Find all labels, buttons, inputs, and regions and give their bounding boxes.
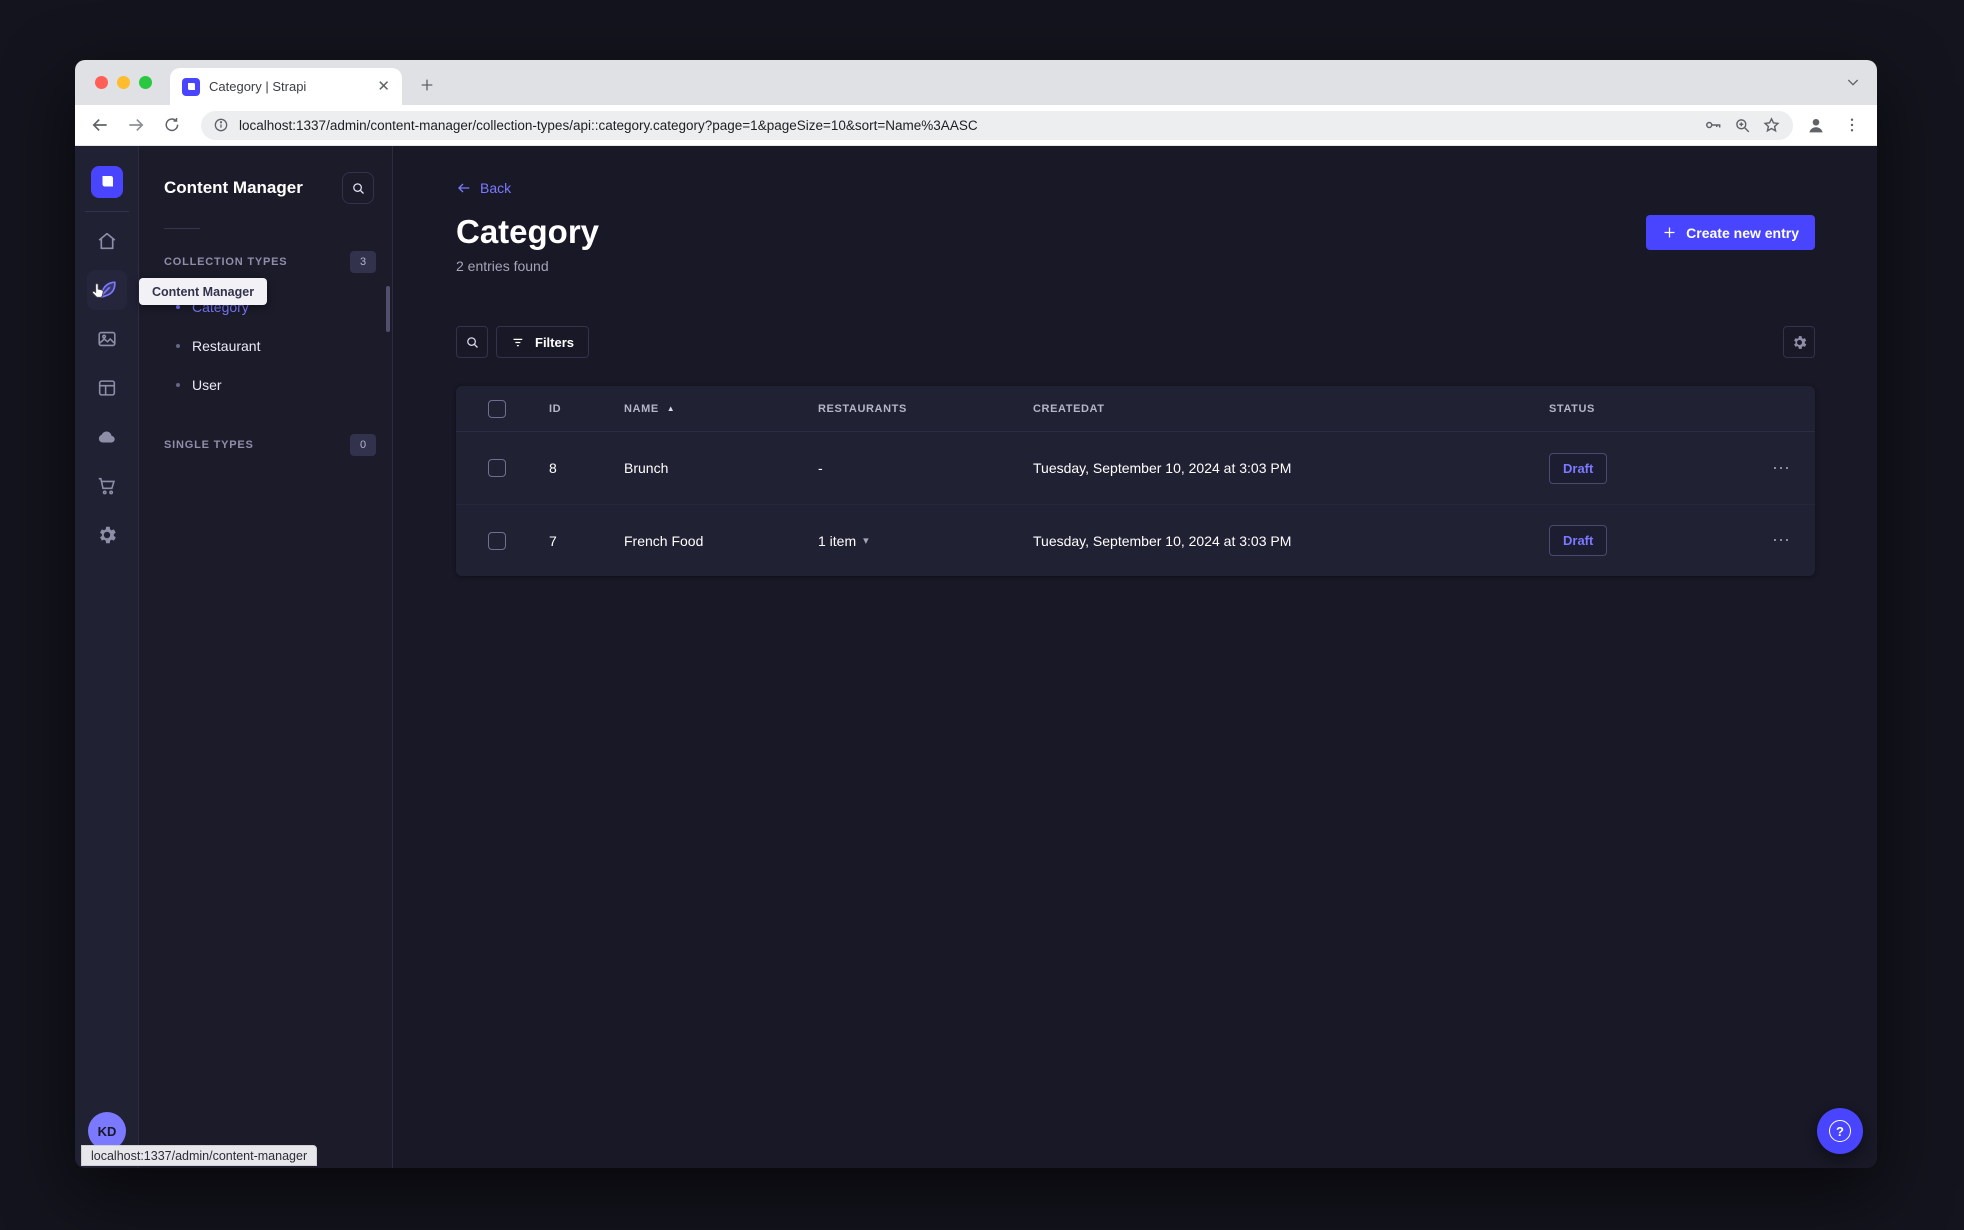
table-row[interactable]: 8 Brunch - Tuesday, September 10, 2024 a…: [456, 432, 1815, 504]
cell-id: 8: [549, 460, 557, 476]
nav-content-type-builder-icon[interactable]: [87, 368, 127, 408]
status-badge: Draft: [1549, 525, 1608, 556]
arrow-left-icon: [458, 183, 470, 193]
subnav-scrollbar-thumb[interactable]: [386, 286, 390, 332]
subnav-item-user[interactable]: User: [139, 365, 392, 404]
column-header-restaurants[interactable]: RESTAURANTS: [818, 403, 1033, 415]
url-text: localhost:1337/admin/content-manager/col…: [239, 117, 978, 133]
cell-createdat: Tuesday, September 10, 2024 at 3:03 PM: [1033, 532, 1292, 549]
help-button[interactable]: ?: [1817, 1108, 1863, 1154]
minimize-window-button[interactable]: [117, 76, 130, 89]
nav-divider: [84, 211, 129, 212]
column-header-status[interactable]: STATUS: [1549, 403, 1748, 415]
password-key-icon[interactable]: [1703, 115, 1723, 135]
cell-restaurants[interactable]: 1 item ▾: [818, 533, 1033, 549]
main-content: Back Category 2 entries found Create new…: [393, 146, 1877, 1168]
view-settings-button[interactable]: [1783, 326, 1815, 358]
browser-menu-icon[interactable]: [1839, 112, 1865, 138]
site-info-icon[interactable]: [213, 117, 229, 133]
sort-asc-icon[interactable]: ▲: [667, 404, 676, 413]
tab-close-icon[interactable]: ✕: [375, 77, 392, 96]
page-title: Category: [456, 213, 600, 250]
nav-home-icon[interactable]: [87, 221, 127, 261]
filter-icon: [513, 338, 523, 346]
link-preview-statusbar: localhost:1337/admin/content-manager: [81, 1145, 318, 1166]
forward-icon[interactable]: [123, 112, 149, 138]
browser-window: Category | Strapi ✕ localhost:1337/admin…: [75, 60, 1877, 1168]
strapi-app: KD Content Manager COLLECTION TYPES 3 Ca…: [75, 146, 1877, 1168]
url-bar[interactable]: localhost:1337/admin/content-manager/col…: [201, 110, 1793, 140]
back-link[interactable]: Back: [456, 180, 511, 196]
strapi-favicon-icon: [182, 77, 200, 96]
collection-types-count-badge: 3: [350, 251, 376, 273]
bullet-icon: [176, 343, 180, 348]
strapi-logo[interactable]: [90, 166, 123, 198]
entries-table: ID NAME ▲ RESTAURANTS CREATEDAT STATUS 8 …: [456, 386, 1815, 576]
subnav-title: Content Manager: [164, 178, 303, 197]
question-icon: ?: [1829, 1120, 1851, 1142]
gear-icon: [1793, 335, 1806, 349]
browser-tab-strip: Category | Strapi ✕: [75, 60, 1877, 105]
new-tab-button[interactable]: [415, 73, 439, 97]
column-header-id[interactable]: ID: [549, 403, 624, 415]
cell-restaurants: -: [818, 460, 823, 476]
subnav-item-restaurant[interactable]: Restaurant: [139, 326, 392, 365]
cell-id: 7: [549, 532, 557, 549]
row-checkbox[interactable]: [488, 459, 506, 477]
back-icon[interactable]: [87, 112, 113, 138]
subnav-divider: [164, 228, 200, 229]
single-types-label: SINGLE TYPES: [164, 439, 254, 451]
entries-count: 2 entries found: [456, 258, 549, 274]
column-header-name[interactable]: NAME ▲: [624, 403, 818, 415]
cell-name: Brunch: [624, 460, 669, 476]
chevron-down-icon: ▾: [863, 535, 869, 547]
nav-marketplace-icon[interactable]: [87, 466, 127, 506]
status-badge: Draft: [1549, 452, 1608, 484]
mouse-cursor-icon: [89, 282, 108, 306]
row-actions-button[interactable]: ⋯: [1772, 458, 1791, 479]
tab-title: Category | Strapi: [209, 79, 307, 94]
bookmark-star-icon[interactable]: [1762, 116, 1781, 135]
search-icon: [466, 336, 478, 348]
bullet-icon: [176, 304, 180, 309]
table-row[interactable]: 7 French Food 1 item ▾ Tuesday, September…: [456, 504, 1815, 576]
browser-toolbar: localhost:1337/admin/content-manager/col…: [75, 105, 1877, 146]
cell-name: French Food: [624, 532, 704, 549]
nav-cloud-icon[interactable]: [87, 417, 127, 457]
plus-icon: [1664, 227, 1675, 238]
subnav-item-label: Restaurant: [192, 337, 261, 354]
row-checkbox[interactable]: [488, 531, 506, 550]
maximize-window-button[interactable]: [139, 76, 152, 89]
browser-tab[interactable]: Category | Strapi ✕: [170, 68, 402, 105]
window-controls: [95, 76, 152, 89]
subnav-search-button[interactable]: [342, 172, 374, 204]
create-new-entry-button[interactable]: Create new entry: [1646, 215, 1815, 250]
cell-createdat: Tuesday, September 10, 2024 at 3:03 PM: [1033, 460, 1292, 476]
zoom-icon[interactable]: [1733, 116, 1752, 135]
bullet-icon: [176, 382, 180, 387]
column-header-createdat[interactable]: CREATEDAT: [1033, 403, 1549, 415]
tab-search-chevron-icon[interactable]: [1845, 74, 1861, 95]
table-search-button[interactable]: [456, 326, 488, 358]
select-all-checkbox[interactable]: [488, 399, 506, 418]
reload-icon[interactable]: [159, 112, 185, 138]
filters-button[interactable]: Filters: [496, 326, 590, 358]
nav-media-library-icon[interactable]: [87, 319, 127, 359]
close-window-button[interactable]: [95, 76, 108, 89]
nav-settings-icon[interactable]: [87, 515, 127, 555]
collection-types-label: COLLECTION TYPES: [164, 256, 288, 268]
table-header-row: ID NAME ▲ RESTAURANTS CREATEDAT STATUS: [456, 386, 1815, 432]
row-actions-button[interactable]: ⋯: [1772, 530, 1791, 551]
profile-icon[interactable]: [1803, 112, 1829, 138]
nav-tooltip: Content Manager: [139, 278, 268, 305]
subnav-item-label: User: [192, 376, 222, 393]
single-types-count-badge: 0: [350, 434, 376, 456]
